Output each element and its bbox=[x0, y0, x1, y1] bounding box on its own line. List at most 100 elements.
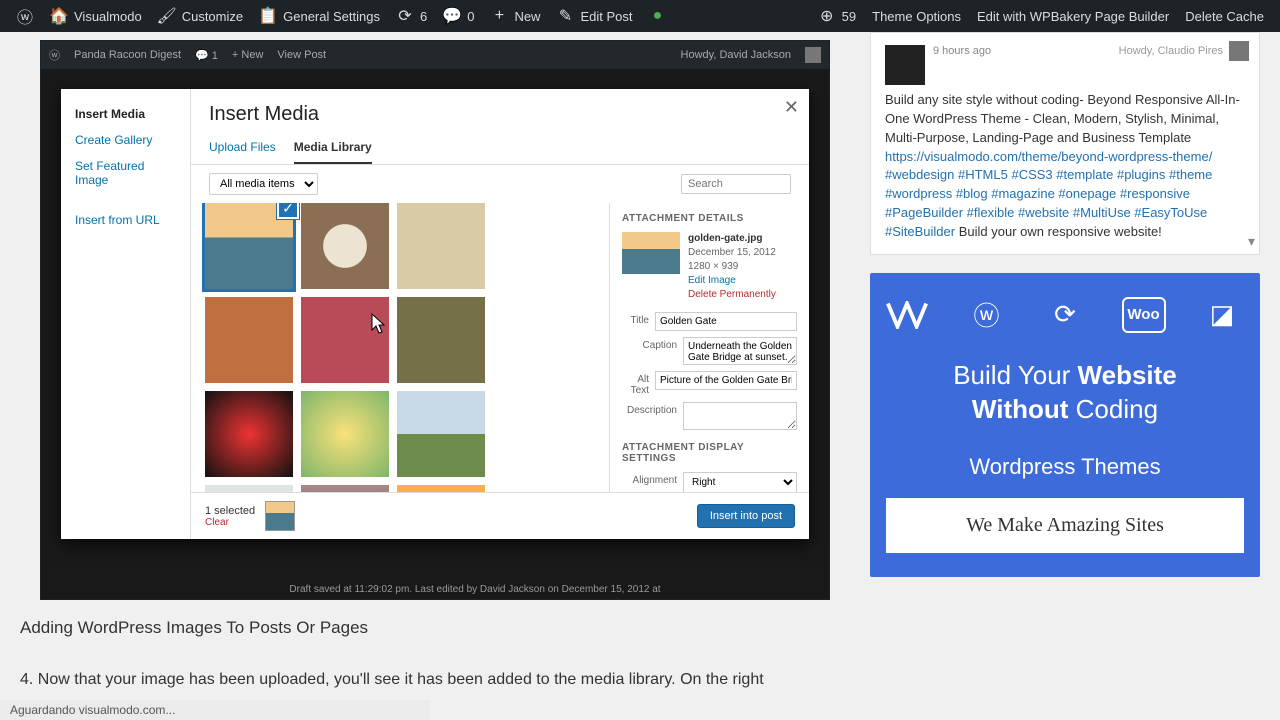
media-thumb[interactable] bbox=[397, 485, 485, 492]
tab-media-library[interactable]: Media Library bbox=[294, 134, 372, 164]
desc-input[interactable] bbox=[683, 402, 797, 430]
alt-label: Alt Text bbox=[622, 371, 649, 396]
edit-image-link[interactable]: Edit Image bbox=[688, 274, 776, 288]
embedded-screenshot: ⓦ Panda Racoon Digest 💬 1 + New View Pos… bbox=[40, 40, 830, 600]
check-icon: ✓ bbox=[277, 203, 299, 219]
dot-icon: ● bbox=[648, 7, 666, 25]
title-label: Title bbox=[622, 312, 649, 326]
post-text2: Build your own responsive website! bbox=[959, 224, 1162, 239]
title-input[interactable] bbox=[655, 312, 797, 331]
general-settings[interactable]: 📋 General Settings bbox=[251, 0, 388, 32]
media-thumb[interactable] bbox=[205, 297, 293, 383]
updates[interactable]: ⟳6 bbox=[388, 0, 435, 32]
comment-icon: 💬 bbox=[443, 7, 461, 25]
home-icon: 🏠 bbox=[50, 7, 68, 25]
media-thumb[interactable] bbox=[301, 485, 389, 492]
media-thumb[interactable] bbox=[301, 203, 389, 289]
media-thumb[interactable] bbox=[397, 203, 485, 289]
media-thumb[interactable] bbox=[397, 297, 485, 383]
modal-close-button[interactable]: ✕ bbox=[784, 97, 799, 118]
align-select[interactable]: Right bbox=[683, 472, 797, 492]
general-label: General Settings bbox=[283, 9, 380, 24]
caption-label: Caption bbox=[622, 337, 677, 351]
inner-avatar bbox=[805, 47, 821, 63]
selected-mini-thumb[interactable] bbox=[265, 501, 295, 531]
side-create-gallery[interactable]: Create Gallery bbox=[61, 127, 190, 153]
media-thumb[interactable] bbox=[397, 391, 485, 477]
detail-thumbnail bbox=[622, 232, 680, 274]
figure-caption: Adding WordPress Images To Posts Or Page… bbox=[20, 618, 850, 638]
side-insert-media[interactable]: Insert Media bbox=[61, 101, 190, 127]
side-set-featured[interactable]: Set Featured Image bbox=[61, 153, 190, 193]
modal-tabs: Upload Files Media Library bbox=[191, 134, 809, 165]
post-link[interactable]: https://visualmodo.com/theme/beyond-word… bbox=[885, 149, 1212, 164]
inner-view-post: View Post bbox=[277, 49, 326, 61]
media-thumb[interactable] bbox=[301, 391, 389, 477]
desc-label: Description bbox=[622, 402, 677, 416]
theme-options[interactable]: Theme Options bbox=[864, 0, 969, 32]
insert-into-post-button[interactable]: Insert into post bbox=[697, 504, 795, 528]
wordpress-icon: ⓦ bbox=[16, 7, 34, 25]
settings-icon: 📋 bbox=[259, 7, 277, 25]
media-thumb[interactable] bbox=[205, 391, 293, 477]
pencil-icon: ✎ bbox=[556, 7, 574, 25]
inner-howdy: Howdy, David Jackson bbox=[681, 49, 791, 61]
modal-sidebar: Insert Media Create Gallery Set Featured… bbox=[61, 89, 191, 539]
delete-permanently-link[interactable]: Delete Permanently bbox=[688, 288, 776, 302]
inner-new: + New bbox=[232, 49, 264, 61]
media-filter-select[interactable]: All media items bbox=[209, 173, 318, 195]
cache-label: Delete Cache bbox=[1185, 9, 1264, 24]
inner-comment-icon: 💬 1 bbox=[195, 49, 218, 62]
new-content[interactable]: +New bbox=[482, 0, 548, 32]
plus-icon: + bbox=[490, 7, 508, 25]
edit-post[interactable]: ✎ Edit Post bbox=[548, 0, 640, 32]
comments[interactable]: 💬0 bbox=[435, 0, 482, 32]
status-dot[interactable]: ● bbox=[640, 0, 674, 32]
detail-dimensions: 1280 × 939 bbox=[688, 260, 776, 274]
edit-label: Edit Post bbox=[580, 9, 632, 24]
site-name[interactable]: 🏠 Visualmodo bbox=[42, 0, 150, 32]
modal-title: Insert Media bbox=[191, 89, 809, 134]
detail-filename: golden-gate.jpg bbox=[688, 232, 776, 246]
browser-status-bar: Aguardando visualmodo.com... bbox=[0, 700, 430, 720]
wp-logo[interactable]: ⓦ bbox=[8, 0, 42, 32]
customize[interactable]: 🖌Customize bbox=[150, 0, 251, 32]
site-name-label: Visualmodo bbox=[74, 9, 142, 24]
theme-label: Theme Options bbox=[872, 9, 961, 24]
media-thumb[interactable]: ✓ bbox=[205, 203, 293, 289]
comments-count: 0 bbox=[467, 9, 474, 24]
woocommerce-icon: Woo bbox=[1122, 297, 1166, 333]
article-paragraph: 4. Now that your image has been uploaded… bbox=[20, 668, 850, 692]
align-label: Alignment bbox=[622, 472, 677, 486]
media-thumb[interactable] bbox=[205, 485, 293, 492]
media-grid: ✓ bbox=[205, 203, 595, 492]
tab-upload-files[interactable]: Upload Files bbox=[209, 134, 276, 164]
inner-site-name: Panda Racoon Digest bbox=[74, 49, 181, 61]
social-widget: Howdy, Claudio Pires 9 hours ago Build a… bbox=[870, 32, 1260, 255]
seo-count: 59 bbox=[842, 9, 856, 24]
promo-banner: ⓦ ⟳ Woo ◪ Build Your Website Without Cod… bbox=[870, 273, 1260, 578]
insert-media-modal: Insert Media Create Gallery Set Featured… bbox=[61, 89, 809, 539]
media-search-input[interactable] bbox=[681, 174, 791, 194]
post-text: Build any site style without coding- Bey… bbox=[885, 92, 1240, 145]
wpb-label: Edit with WPBakery Page Builder bbox=[977, 9, 1169, 24]
detail-date: December 15, 2012 bbox=[688, 246, 776, 260]
promo-headline: Build Your Website Without Coding bbox=[886, 359, 1244, 427]
visualmodo-icon bbox=[886, 297, 930, 333]
delete-cache[interactable]: Delete Cache bbox=[1177, 0, 1272, 32]
caption-input[interactable]: Underneath the Golden Gate Bridge at sun… bbox=[683, 337, 797, 365]
refresh-icon: ⟳ bbox=[1043, 297, 1087, 333]
side-insert-url[interactable]: Insert from URL bbox=[61, 207, 190, 233]
clear-selection[interactable]: Clear bbox=[205, 517, 255, 528]
media-thumb[interactable] bbox=[301, 297, 389, 383]
chevron-down-icon[interactable]: ▾ bbox=[1248, 233, 1255, 250]
alt-input[interactable] bbox=[655, 371, 797, 390]
updates-count: 6 bbox=[420, 9, 427, 24]
wp-admin-bar: ⓦ 🏠 Visualmodo 🖌Customize 📋 General Settin… bbox=[0, 0, 1280, 32]
seo[interactable]: ⊕59 bbox=[810, 0, 864, 32]
inner-wp-icon: ⓦ bbox=[49, 47, 60, 63]
wpbakery-edit[interactable]: Edit with WPBakery Page Builder bbox=[969, 0, 1177, 32]
post-avatar bbox=[885, 45, 925, 85]
attachment-details: ATTACHMENT DETAILS golden-gate.jpg Decem… bbox=[609, 203, 809, 492]
customize-label: Customize bbox=[182, 9, 243, 24]
